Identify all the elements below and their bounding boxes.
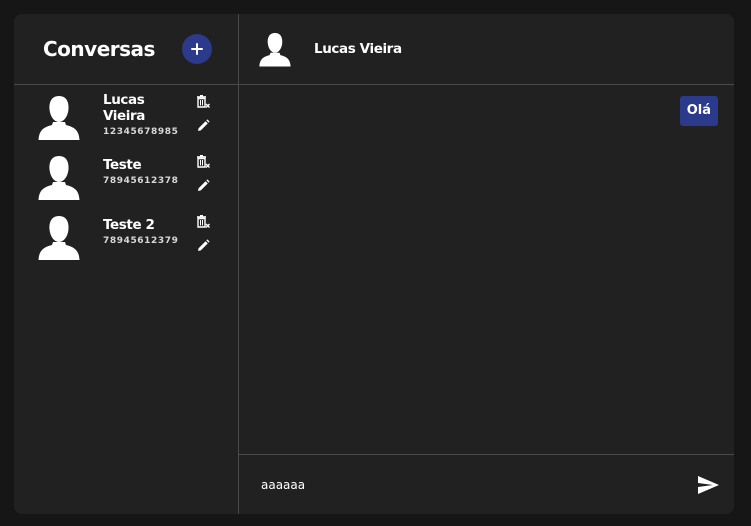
sidebar-header: Conversas	[14, 14, 238, 85]
conversation-phone: 12345678985	[103, 127, 179, 137]
avatar-icon	[38, 216, 80, 260]
conversation-actions	[196, 95, 210, 133]
trash-icon	[197, 155, 210, 168]
conversation-info: Lucas Vieira 12345678985	[103, 92, 183, 137]
conversation-actions	[196, 155, 210, 193]
edit-conversation-button[interactable]	[196, 119, 210, 133]
outgoing-message: Olá	[679, 96, 718, 126]
edit-conversation-button[interactable]	[196, 179, 210, 193]
conversation-name: Teste	[103, 157, 142, 173]
trash-icon	[197, 95, 210, 108]
conversation-phone: 78945612379	[103, 236, 179, 246]
delete-conversation-button[interactable]	[196, 215, 210, 229]
conversation-actions	[196, 215, 210, 253]
add-conversation-button[interactable]	[182, 34, 212, 64]
avatar-icon	[38, 156, 80, 200]
message-input[interactable]	[261, 469, 696, 500]
send-button[interactable]	[696, 473, 720, 497]
delete-conversation-button[interactable]	[196, 95, 210, 109]
avatar-icon	[259, 33, 291, 67]
message-list[interactable]: Olá	[239, 85, 734, 455]
conversation-list: Lucas Vieira 12345678985 Teste 789456123…	[14, 85, 238, 271]
pencil-icon	[198, 119, 210, 131]
conversation-info: Teste 78945612378	[103, 157, 183, 186]
conversation-phone: 78945612378	[103, 176, 179, 186]
send-icon	[698, 475, 719, 494]
chat-panel: Lucas Vieira Olá	[239, 14, 734, 514]
conversations-sidebar: Conversas Lucas Vieira 12345678985 Teste…	[14, 14, 239, 514]
conversation-name: Teste 2	[103, 217, 155, 233]
delete-conversation-button[interactable]	[196, 155, 210, 169]
conversation-name: Lucas Vieira	[103, 92, 145, 124]
conversation-info: Teste 2 78945612379	[103, 217, 183, 246]
messaging-app: Conversas Lucas Vieira 12345678985 Teste…	[14, 14, 734, 514]
conversation-item[interactable]: Teste 2 78945612379	[14, 211, 238, 271]
avatar-icon	[38, 96, 80, 140]
chat-contact-name: Lucas Vieira	[314, 41, 402, 57]
edit-conversation-button[interactable]	[196, 239, 210, 253]
plus-icon	[191, 43, 203, 55]
sidebar-title: Conversas	[43, 37, 155, 61]
pencil-icon	[198, 239, 210, 251]
chat-header: Lucas Vieira	[239, 14, 734, 85]
pencil-icon	[198, 179, 210, 191]
conversation-item[interactable]: Teste 78945612378	[14, 151, 238, 211]
message-composer	[239, 455, 734, 514]
trash-icon	[197, 215, 210, 228]
conversation-item[interactable]: Lucas Vieira 12345678985	[14, 91, 238, 151]
